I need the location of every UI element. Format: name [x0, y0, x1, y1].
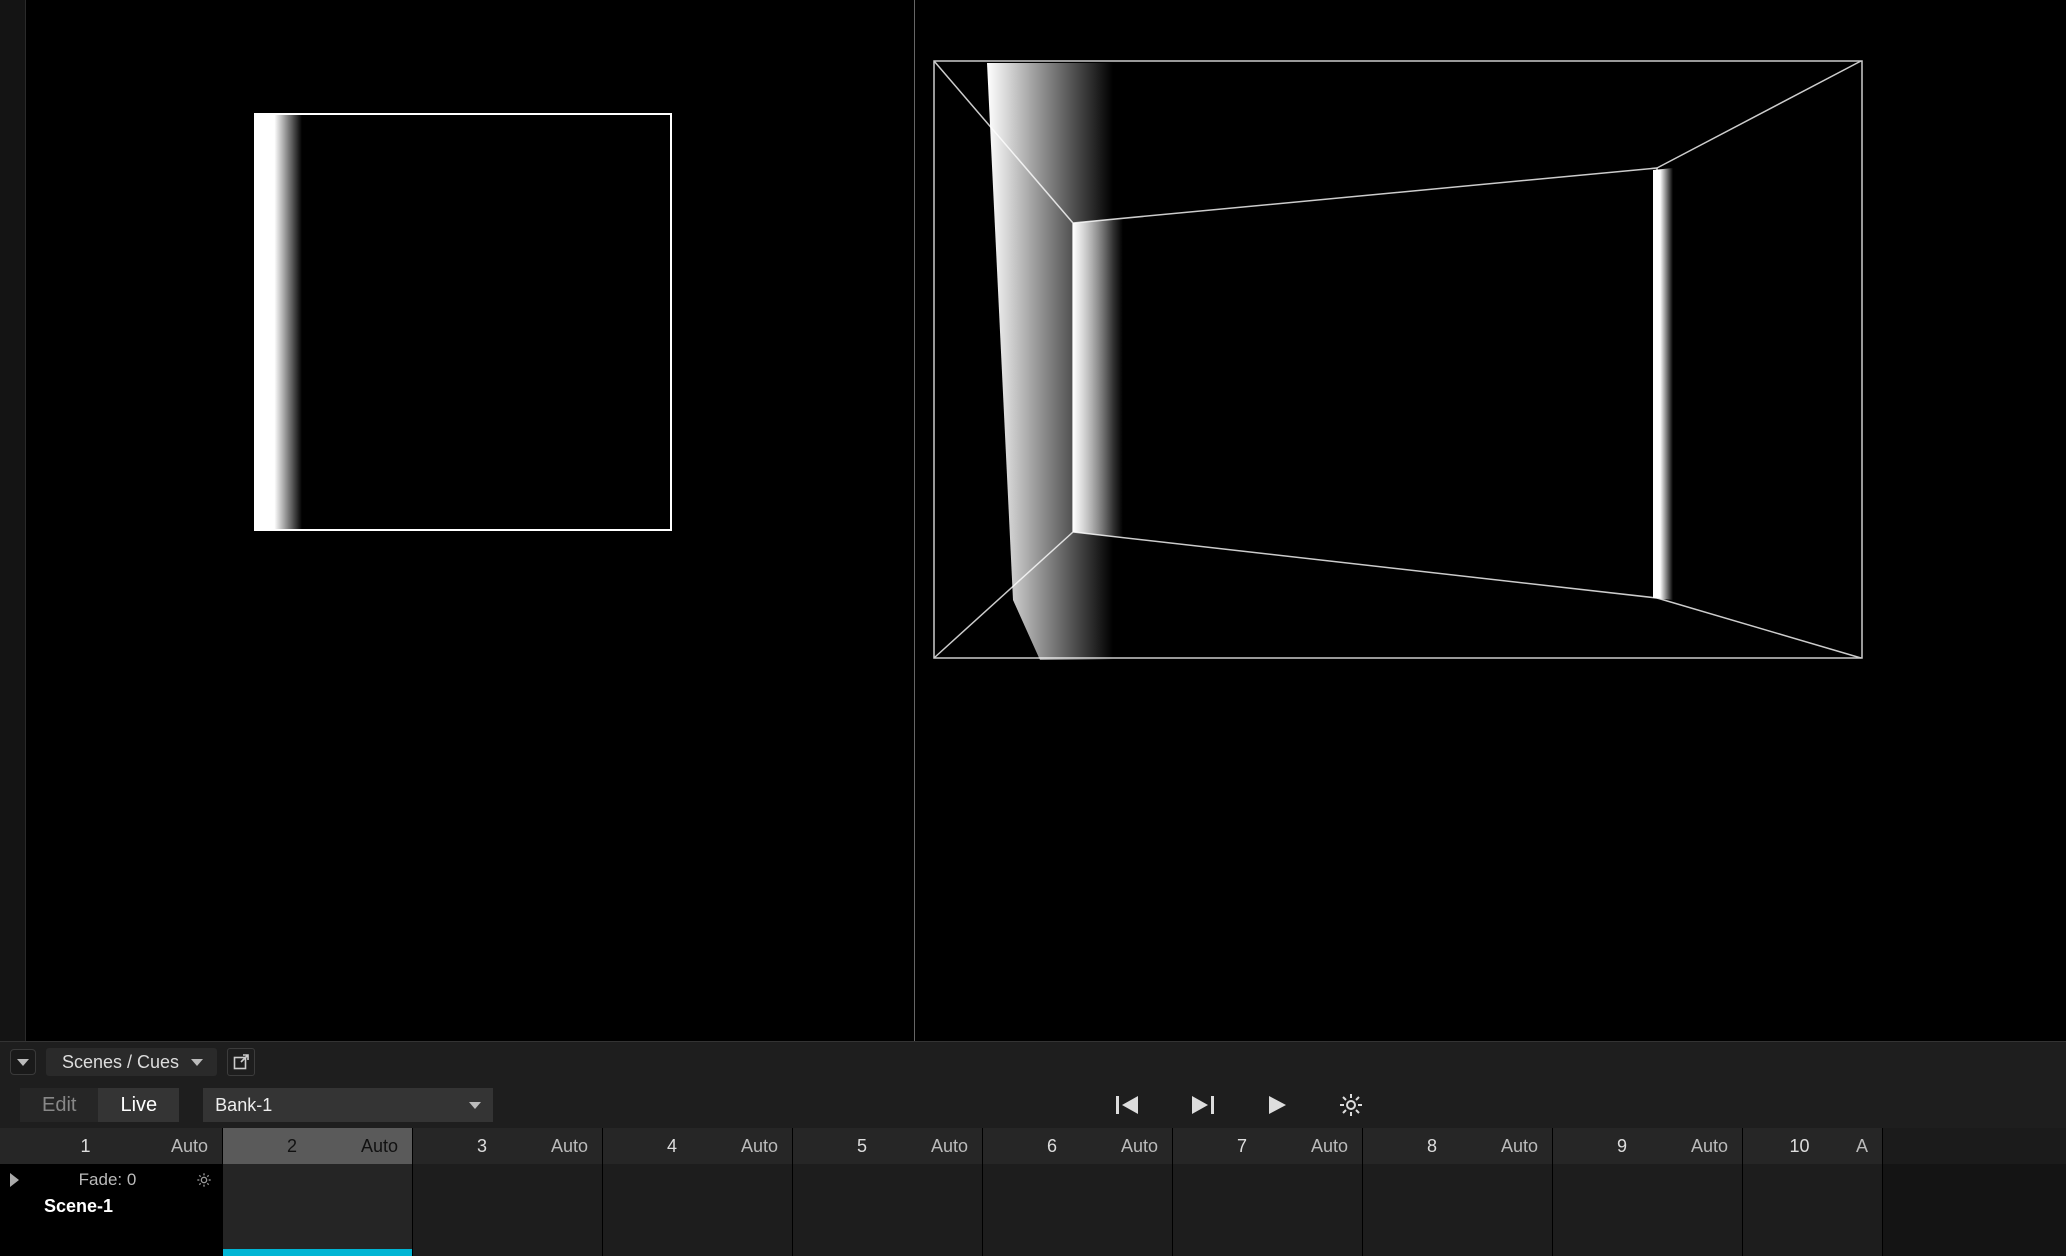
cue-cell[interactable]: [793, 1164, 983, 1256]
viewport-left[interactable]: [26, 0, 915, 1041]
cue-cell[interactable]: [983, 1164, 1173, 1256]
transport-controls: [1114, 1093, 1366, 1117]
skip-back-icon: [1116, 1094, 1142, 1116]
play-icon: [1266, 1094, 1288, 1116]
viewport-area: [0, 0, 2066, 1041]
cue-col-auto: Auto: [361, 1136, 398, 1157]
cue-header-cell[interactable]: 5 Auto: [793, 1128, 983, 1164]
cue-cell[interactable]: [1363, 1164, 1553, 1256]
cue-cell[interactable]: [1173, 1164, 1363, 1256]
skip-forward-icon: [1190, 1094, 1216, 1116]
cue-header-cell[interactable]: 7 Auto: [1173, 1128, 1363, 1164]
edit-mode-label: Edit: [42, 1094, 76, 1117]
play-button[interactable]: [1262, 1094, 1292, 1116]
cue-header-cell[interactable]: 10 A: [1743, 1128, 1883, 1164]
panel-title-label: Scenes / Cues: [62, 1052, 179, 1073]
cue-col-number: 6: [983, 1136, 1121, 1157]
edit-mode-button[interactable]: Edit: [20, 1088, 98, 1122]
live-mode-button[interactable]: Live: [98, 1088, 179, 1122]
cue-col-number: 2: [223, 1136, 361, 1157]
cue-col-number: 4: [603, 1136, 741, 1157]
cue-header-spacer: 1 Auto: [0, 1128, 223, 1164]
cue-header-cell[interactable]: 9 Auto: [1553, 1128, 1743, 1164]
gear-icon: [1339, 1093, 1363, 1117]
cue-header-cell[interactable]: 3 Auto: [413, 1128, 603, 1164]
cue-col-auto: Auto: [1501, 1136, 1538, 1157]
cue-row: Fade: 0 Scene-1: [0, 1164, 2066, 1256]
cue-header-cell[interactable]: 6 Auto: [983, 1128, 1173, 1164]
toolbar: Edit Live Bank-1: [0, 1082, 2066, 1128]
cue-header-cell[interactable]: 8 Auto: [1363, 1128, 1553, 1164]
cue-cell[interactable]: [223, 1164, 413, 1256]
cue-col-number: 10: [1743, 1136, 1856, 1157]
cue-col-number: 9: [1553, 1136, 1691, 1157]
live-mode-label: Live: [120, 1094, 157, 1117]
gear-icon[interactable]: [196, 1172, 212, 1188]
cue-col-auto: Auto: [1691, 1136, 1728, 1157]
play-icon[interactable]: [10, 1173, 19, 1187]
viewport-right-canvas: [933, 60, 1863, 665]
app-root: Scenes / Cues Edit Live Bank-1: [0, 0, 2066, 1256]
cue-col-auto: Auto: [171, 1136, 208, 1157]
cue-col-number: 1: [0, 1136, 171, 1157]
popout-icon: [233, 1054, 249, 1070]
cue-col-auto: Auto: [1121, 1136, 1158, 1157]
preview-surface[interactable]: [254, 113, 672, 531]
viewport-right[interactable]: [915, 0, 2066, 1041]
cue-col-auto: Auto: [741, 1136, 778, 1157]
cue-col-number: 8: [1363, 1136, 1501, 1157]
cue-cell[interactable]: [603, 1164, 793, 1256]
panel-title-dropdown[interactable]: Scenes / Cues: [46, 1048, 217, 1076]
scene-name-label: Scene-1: [10, 1196, 212, 1217]
bank-select[interactable]: Bank-1: [203, 1088, 493, 1122]
panel-disclosure-button[interactable]: [10, 1049, 36, 1075]
cue-col-auto: A: [1856, 1136, 1868, 1157]
panel-header: Scenes / Cues: [0, 1042, 2066, 1082]
cue-header-cell[interactable]: 4 Auto: [603, 1128, 793, 1164]
cue-cell[interactable]: [1553, 1164, 1743, 1256]
cue-header-cell[interactable]: 2 Auto: [223, 1128, 413, 1164]
go-to-start-button[interactable]: [1114, 1094, 1144, 1116]
chevron-down-icon: [191, 1059, 203, 1066]
left-rail: [0, 0, 26, 1041]
cue-col-auto: Auto: [1311, 1136, 1348, 1157]
cue-row-info[interactable]: Fade: 0 Scene-1: [0, 1164, 223, 1256]
settings-button[interactable]: [1336, 1093, 1366, 1117]
cue-col-auto: Auto: [551, 1136, 588, 1157]
bank-select-label: Bank-1: [215, 1095, 272, 1116]
cue-col-number: 3: [413, 1136, 551, 1157]
cue-cell[interactable]: [1743, 1164, 1883, 1256]
cue-col-number: 5: [793, 1136, 931, 1157]
bottom-panel: Scenes / Cues Edit Live Bank-1: [0, 1041, 2066, 1256]
cue-header-row: 1 Auto 2 Auto 3 Auto 4 Auto 5 Auto 6 Aut…: [0, 1128, 2066, 1164]
fade-label: Fade: 0: [79, 1170, 137, 1190]
chevron-down-icon: [469, 1102, 481, 1109]
cue-col-auto: Auto: [931, 1136, 968, 1157]
cue-col-number: 7: [1173, 1136, 1311, 1157]
chevron-down-icon: [17, 1059, 29, 1066]
go-to-end-button[interactable]: [1188, 1094, 1218, 1116]
cue-cell[interactable]: [413, 1164, 603, 1256]
popout-button[interactable]: [227, 1048, 255, 1076]
